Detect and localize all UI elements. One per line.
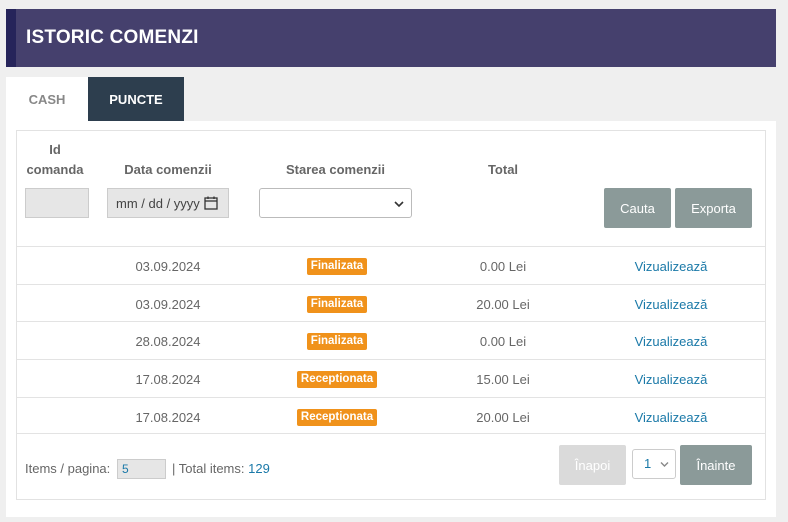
column-header-date: Data comenzii	[124, 162, 212, 177]
total-items-label: | Total items:	[172, 461, 245, 476]
view-order-link[interactable]: Vizualizează	[611, 360, 731, 398]
order-date-cell: 17.08.2024	[135, 409, 201, 425]
view-order-link[interactable]: Vizualizează	[611, 398, 731, 436]
column-header-id-line1: Id	[49, 142, 61, 157]
date-filter-input[interactable]: mm / dd / yyyy	[107, 188, 229, 218]
order-total-cell: 0.00 Lei	[479, 258, 527, 274]
total-items-text: | Total items: 129	[172, 461, 270, 476]
order-id-cell	[25, 370, 83, 388]
export-button[interactable]: Exporta	[675, 188, 752, 228]
items-per-page-label: Items / pagina:	[25, 461, 111, 476]
previous-page-button[interactable]: Înapoi	[559, 445, 626, 485]
view-order-link[interactable]: Vizualizează	[611, 247, 731, 285]
tab-cash[interactable]: CASH	[6, 77, 88, 121]
order-status-cell: Finalizata	[257, 322, 417, 360]
page-select[interactable]: 1	[632, 449, 676, 479]
status-badge: Finalizata	[306, 332, 368, 350]
calendar-icon[interactable]	[204, 196, 218, 210]
order-status-cell: Finalizata	[257, 247, 417, 285]
table-row: 17.08.2024 Receptionata 20.00 Lei Vizual…	[17, 397, 765, 435]
chevron-down-icon	[394, 201, 404, 208]
column-header-total: Total	[487, 162, 519, 177]
tab-puncte[interactable]: PUNCTE	[88, 77, 184, 121]
view-order-link[interactable]: Vizualizează	[611, 322, 731, 360]
order-id-cell	[25, 332, 83, 350]
page-title: ISTORIC COMENZI	[26, 27, 199, 48]
order-total-cell: 15.00 Lei	[476, 371, 530, 387]
order-date-cell: 03.09.2024	[135, 296, 201, 312]
status-badge: Finalizata	[306, 257, 368, 275]
orders-table: Id comanda Data comenzii Starea comenzii…	[16, 130, 766, 500]
table-row: 17.08.2024 Receptionata 15.00 Lei Vizual…	[17, 359, 765, 397]
next-page-button[interactable]: Înainte	[680, 445, 752, 485]
order-id-cell	[25, 408, 83, 426]
date-filter-placeholder: mm / dd / yyyy	[116, 195, 200, 211]
order-id-cell	[25, 295, 83, 313]
pagination-bar: Items / pagina: 5 | Total items: 129 Îna…	[17, 433, 765, 499]
order-total-cell: 20.00 Lei	[476, 296, 530, 312]
status-filter-select[interactable]	[259, 188, 412, 218]
chevron-down-icon	[660, 462, 669, 467]
page-select-value: 1	[644, 456, 652, 471]
view-order-link[interactable]: Vizualizează	[611, 285, 731, 323]
items-per-page-input[interactable]: 5	[117, 459, 166, 479]
table-row: 28.08.2024 Finalizata 0.00 Lei Vizualize…	[17, 321, 765, 359]
order-date-cell: 17.08.2024	[135, 371, 201, 387]
table-row: 03.09.2024 Finalizata 20.00 Lei Vizualiz…	[17, 284, 765, 322]
column-header-status: Starea comenzii	[286, 162, 385, 177]
order-total-cell: 0.00 Lei	[479, 333, 527, 349]
total-items-count: 129	[248, 461, 270, 476]
order-status-cell: Receptionata	[257, 398, 417, 436]
order-date-cell: 03.09.2024	[135, 258, 201, 274]
search-button[interactable]: Cauta	[604, 188, 671, 228]
table-row: 03.09.2024 Finalizata 0.00 Lei Vizualize…	[17, 246, 765, 284]
order-status-cell: Receptionata	[257, 360, 417, 398]
order-total-cell: 20.00 Lei	[476, 409, 530, 425]
status-badge: Receptionata	[296, 370, 378, 388]
order-status-cell: Finalizata	[257, 285, 417, 323]
order-id-filter-input[interactable]	[25, 188, 89, 218]
column-header-id: Id comanda	[25, 140, 85, 180]
orders-panel: Id comanda Data comenzii Starea comenzii…	[6, 121, 776, 517]
status-badge: Receptionata	[296, 408, 378, 426]
page-header: ISTORIC COMENZI	[6, 9, 776, 67]
status-badge: Finalizata	[306, 295, 368, 313]
tab-bar: CASH PUNCTE	[6, 77, 184, 121]
order-date-cell: 28.08.2024	[135, 333, 201, 349]
order-id-cell	[25, 257, 83, 275]
column-header-id-line2: comanda	[26, 162, 84, 177]
